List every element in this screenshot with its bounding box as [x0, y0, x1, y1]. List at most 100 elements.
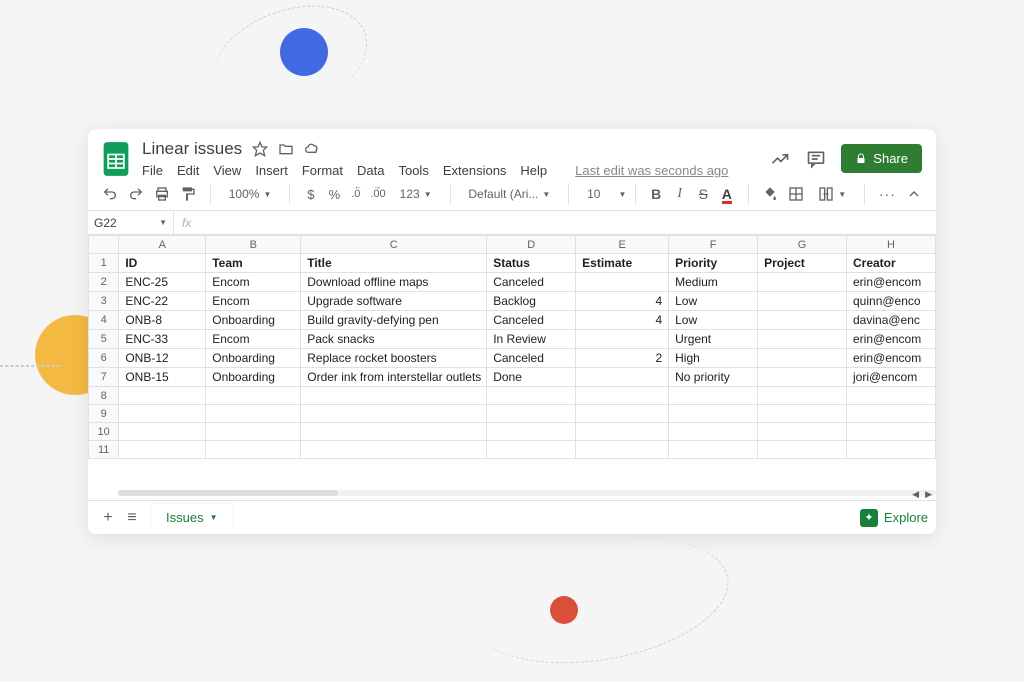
cell[interactable]: Download offline maps: [301, 273, 487, 292]
more-toolbar-icon[interactable]: ···: [879, 185, 896, 203]
cell[interactable]: [206, 387, 301, 405]
undo-icon[interactable]: [102, 185, 118, 203]
column-header[interactable]: F: [669, 236, 758, 254]
menu-format[interactable]: Format: [302, 163, 343, 178]
cell[interactable]: Onboarding: [206, 368, 301, 387]
cell[interactable]: Encom: [206, 273, 301, 292]
menu-extensions[interactable]: Extensions: [443, 163, 507, 178]
cell[interactable]: [669, 405, 758, 423]
column-header[interactable]: H: [847, 236, 936, 254]
cell[interactable]: [119, 441, 206, 459]
cell[interactable]: [669, 423, 758, 441]
cell[interactable]: Replace rocket boosters: [301, 349, 487, 368]
document-title[interactable]: Linear issues: [142, 139, 242, 159]
cell[interactable]: Low: [669, 292, 758, 311]
font-family-dropdown[interactable]: Default (Ari...▼: [464, 185, 554, 203]
cell[interactable]: [301, 441, 487, 459]
cell[interactable]: Low: [669, 311, 758, 330]
cell[interactable]: [119, 387, 206, 405]
zoom-dropdown[interactable]: 100%▼: [225, 185, 276, 203]
column-header[interactable]: E: [576, 236, 669, 254]
cell[interactable]: [487, 405, 576, 423]
cell[interactable]: erin@encom: [847, 273, 936, 292]
menu-insert[interactable]: Insert: [255, 163, 288, 178]
cell[interactable]: Urgent: [669, 330, 758, 349]
decrease-decimal-button[interactable]: .0←: [351, 185, 360, 203]
percent-format-button[interactable]: %: [328, 185, 342, 203]
star-icon[interactable]: [252, 141, 268, 157]
borders-button[interactable]: [788, 185, 804, 203]
cell[interactable]: [758, 423, 847, 441]
cell[interactable]: Medium: [669, 273, 758, 292]
cell[interactable]: [576, 368, 669, 387]
spreadsheet-grid[interactable]: ABCDEFGH1IDTeamTitleStatusEstimatePriori…: [88, 235, 936, 500]
menu-edit[interactable]: Edit: [177, 163, 199, 178]
row-number[interactable]: 2: [89, 273, 119, 292]
menu-view[interactable]: View: [213, 163, 241, 178]
cell[interactable]: [487, 441, 576, 459]
cell[interactable]: Team: [206, 254, 301, 273]
cell[interactable]: Encom: [206, 292, 301, 311]
activity-trend-icon[interactable]: [769, 148, 791, 170]
cell[interactable]: [119, 423, 206, 441]
cell[interactable]: [206, 423, 301, 441]
cell[interactable]: Canceled: [487, 311, 576, 330]
cell[interactable]: Onboarding: [206, 349, 301, 368]
row-number[interactable]: 10: [89, 423, 119, 441]
cell[interactable]: Status: [487, 254, 576, 273]
last-edit-status[interactable]: Last edit was seconds ago: [575, 163, 728, 178]
add-sheet-button[interactable]: +: [96, 509, 120, 527]
cell[interactable]: [758, 441, 847, 459]
cell[interactable]: 4: [576, 292, 669, 311]
cell[interactable]: [758, 405, 847, 423]
row-number[interactable]: 5: [89, 330, 119, 349]
comments-icon[interactable]: [805, 148, 827, 170]
menu-help[interactable]: Help: [520, 163, 547, 178]
text-color-button[interactable]: A: [720, 185, 734, 203]
cell[interactable]: Encom: [206, 330, 301, 349]
italic-button[interactable]: I: [673, 185, 687, 203]
font-size-dropdown[interactable]: 10▼: [583, 185, 621, 203]
cell[interactable]: [576, 441, 669, 459]
cell[interactable]: Done: [487, 368, 576, 387]
cell[interactable]: No priority: [669, 368, 758, 387]
cell[interactable]: [758, 311, 847, 330]
sheet-tab-issues[interactable]: Issues ▼: [152, 504, 232, 531]
cell[interactable]: [576, 273, 669, 292]
row-number[interactable]: 9: [89, 405, 119, 423]
merge-cells-dropdown[interactable]: ▼: [814, 184, 850, 204]
all-sheets-button[interactable]: ≡: [120, 509, 144, 527]
cell[interactable]: [301, 405, 487, 423]
number-format-dropdown[interactable]: 123▼: [396, 185, 436, 203]
name-box[interactable]: G22 ▼: [88, 211, 174, 234]
cell[interactable]: 4: [576, 311, 669, 330]
cell[interactable]: Canceled: [487, 273, 576, 292]
cell[interactable]: [576, 330, 669, 349]
row-number[interactable]: 6: [89, 349, 119, 368]
paint-format-icon[interactable]: [180, 185, 196, 203]
increase-decimal-button[interactable]: .00→: [370, 185, 385, 203]
cell[interactable]: [206, 441, 301, 459]
cell[interactable]: erin@encom: [847, 349, 936, 368]
cell[interactable]: [758, 349, 847, 368]
cell[interactable]: High: [669, 349, 758, 368]
cell[interactable]: [487, 423, 576, 441]
cell[interactable]: quinn@enco: [847, 292, 936, 311]
cell[interactable]: [847, 441, 936, 459]
select-all-corner[interactable]: [89, 236, 119, 254]
cell[interactable]: Upgrade software: [301, 292, 487, 311]
formula-input[interactable]: [199, 211, 936, 234]
cell[interactable]: [847, 387, 936, 405]
cell[interactable]: Creator: [847, 254, 936, 273]
cell[interactable]: Order ink from interstellar outlets: [301, 368, 487, 387]
cell[interactable]: ONB-12: [119, 349, 206, 368]
cell[interactable]: [758, 292, 847, 311]
strikethrough-button[interactable]: S: [696, 185, 710, 203]
cell[interactable]: [487, 387, 576, 405]
share-button[interactable]: Share: [841, 144, 922, 173]
redo-icon[interactable]: [128, 185, 144, 203]
print-icon[interactable]: [154, 185, 170, 203]
cell[interactable]: Pack snacks: [301, 330, 487, 349]
cell[interactable]: Canceled: [487, 349, 576, 368]
scroll-right-icon[interactable]: ▶: [925, 489, 932, 500]
